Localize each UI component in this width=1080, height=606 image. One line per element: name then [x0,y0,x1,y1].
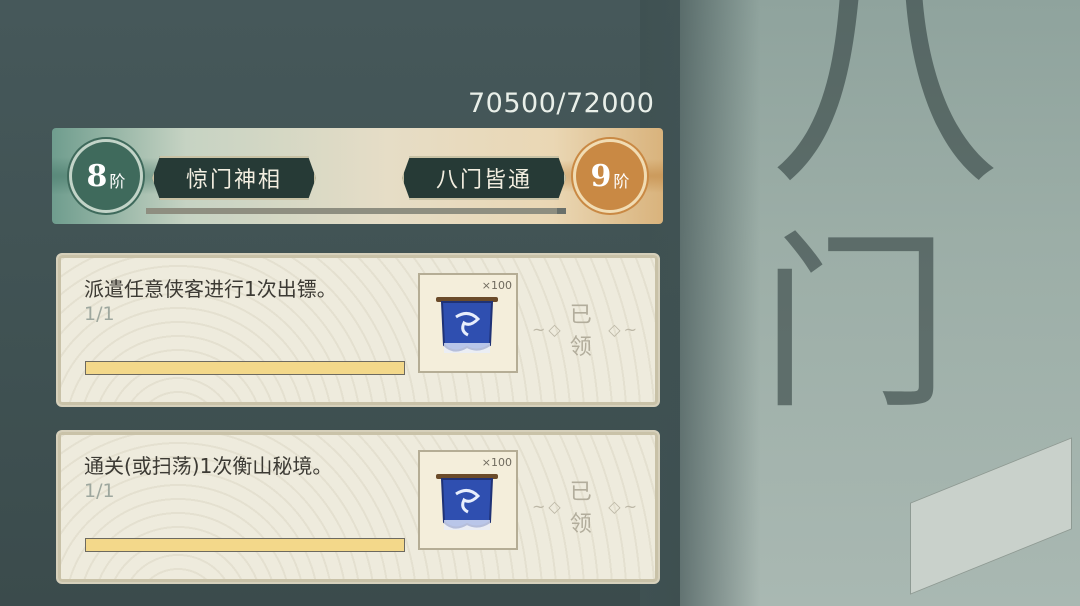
stage-progress-panel: 8 阶 惊门神相 八门皆通 9 阶 [52,128,663,224]
current-level-badge: 8 阶 [72,142,140,210]
current-stage-title: 惊门神相 [152,156,316,200]
decor-right-icon: ◇~ [608,496,640,516]
next-level-number: 9 [590,158,612,194]
reward-item[interactable]: ×100 [418,450,518,550]
next-stage-title: 八门皆通 [402,156,566,200]
current-level-unit: 阶 [109,172,126,191]
current-level-number: 8 [86,158,108,194]
claimed-status: ~◇ 已领 ◇~ [526,303,646,360]
decor-left-icon: ~◇ [532,319,564,339]
reward-item[interactable]: ×100 [418,273,518,373]
background-calligraphy: 八 [770,0,1001,218]
decor-right-icon: ◇~ [608,319,640,339]
sect-banner-icon [436,297,498,353]
background-roof [910,437,1072,595]
task-card: 通关(或扫荡)1次衡山秘境。 1/1 ×100 ~◇ 已领 ◇~ [56,430,660,584]
task-progress-fill [86,362,404,374]
score-readout: 70500/72000 [468,88,655,119]
task-progress-bar [85,538,405,552]
reward-quantity: ×100 [481,456,512,469]
stage-progress-track [146,208,566,214]
task-progress-fill [86,539,404,551]
task-description: 派遣任意侠客进行1次出镖。 [84,277,337,301]
task-progress-bar [85,361,405,375]
background-calligraphy: 门 [760,214,951,435]
task-count: 1/1 [84,303,115,325]
claimed-status: ~◇ 已领 ◇~ [526,480,646,537]
stage-progress-fill [146,208,558,214]
task-description: 通关(或扫荡)1次衡山秘境。 [84,454,333,478]
next-level-unit: 阶 [613,172,630,191]
task-card: 派遣任意侠客进行1次出镖。 1/1 ×100 ~◇ 已领 ◇~ [56,253,660,407]
next-level-badge: 9 阶 [576,142,644,210]
claimed-label: 已领 [569,303,595,360]
decor-left-icon: ~◇ [532,496,564,516]
task-count: 1/1 [84,480,115,502]
claimed-label: 已领 [569,480,595,537]
sect-banner-icon [436,474,498,530]
reward-quantity: ×100 [481,279,512,292]
